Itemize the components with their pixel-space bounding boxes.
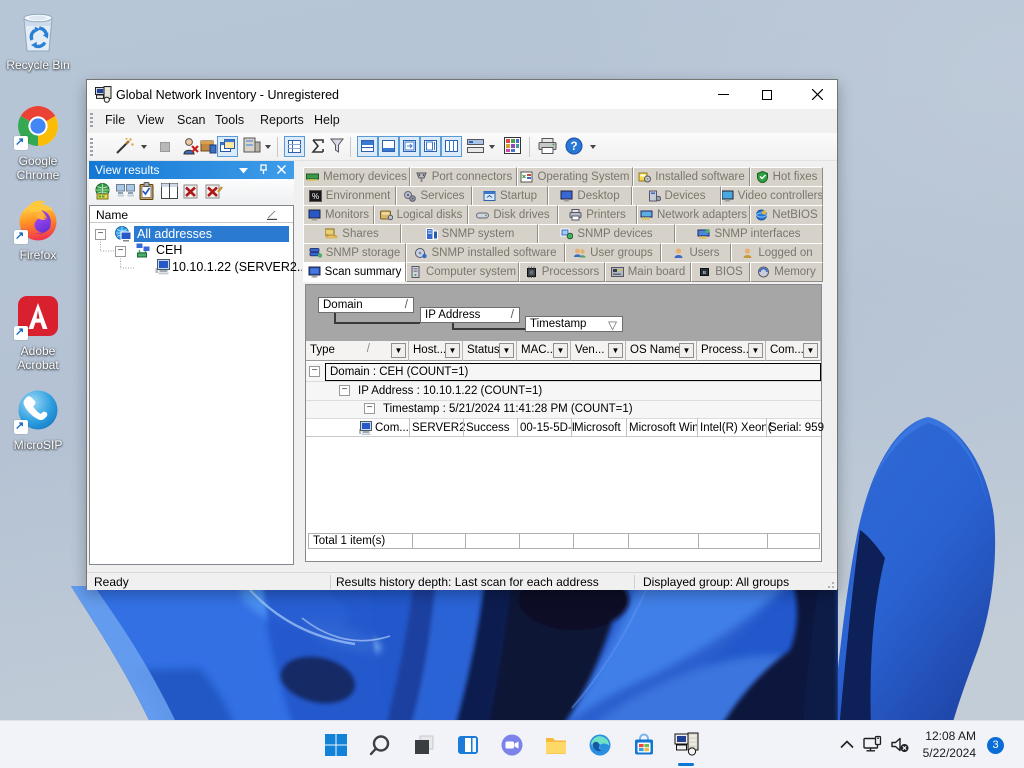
svg-text:B: B: [703, 270, 706, 275]
svg-text:?: ?: [570, 141, 577, 153]
svg-text:%: %: [312, 192, 319, 201]
